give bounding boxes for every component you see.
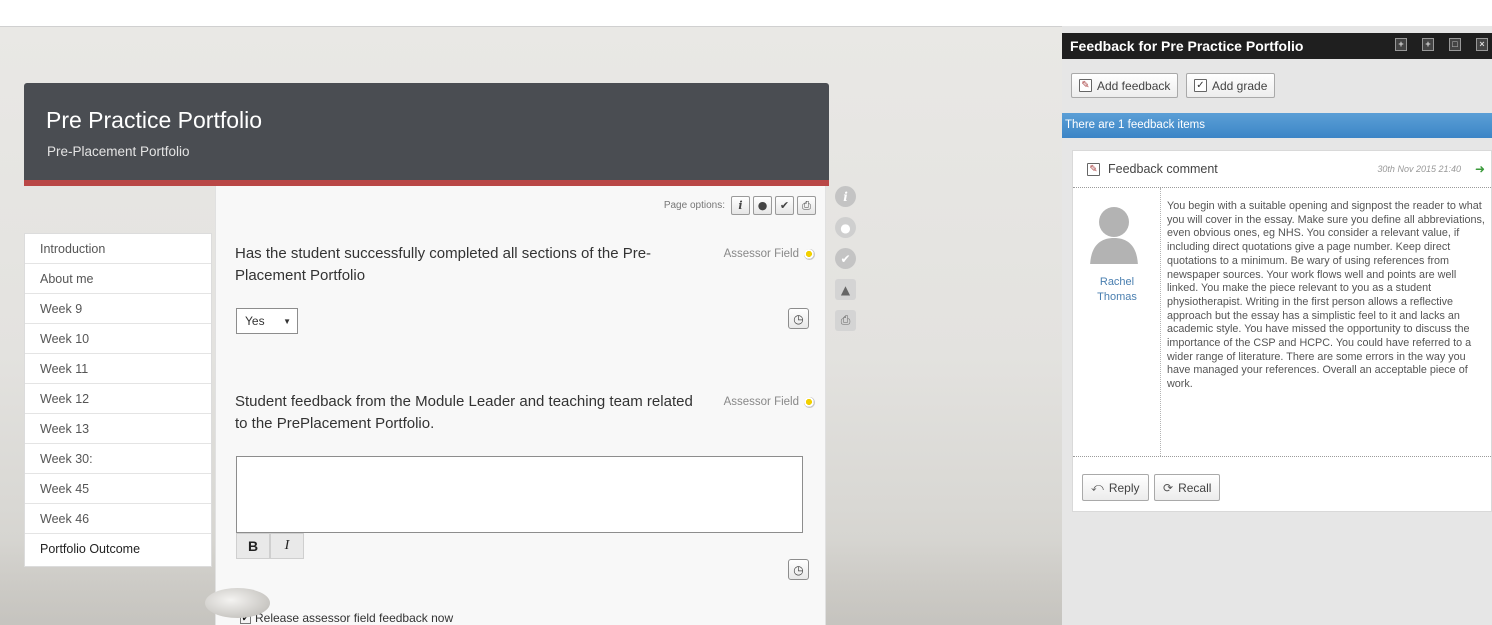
comment-circle-icon[interactable]: ● xyxy=(835,217,856,238)
italic-button[interactable]: I xyxy=(270,533,304,559)
add-feedback-label: Add feedback xyxy=(1097,78,1171,93)
release-label: Release assessor field feedback now xyxy=(255,611,454,625)
print-icon[interactable]: ⎙ xyxy=(797,196,816,215)
nav-item-week-11[interactable]: Week 11 xyxy=(25,354,211,384)
main-content: Page options: i ● ✔ ⎙ Has the student su… xyxy=(215,186,826,625)
status-dot-icon xyxy=(804,248,815,260)
nav-item-portfolio-outcome[interactable]: Portfolio Outcome xyxy=(25,534,211,564)
assessor-field-2: Assessor Field xyxy=(724,396,815,408)
feedback-item-header: ✎ Feedback comment 30th Nov 2015 21:40 ➜ xyxy=(1073,151,1492,188)
check-icon[interactable]: ✔ xyxy=(775,196,794,215)
question-completion: Has the student successfully completed a… xyxy=(235,245,652,284)
goto-arrow-icon[interactable]: ➜ xyxy=(1475,162,1485,176)
page-options: Page options: i ● ✔ ⎙ xyxy=(664,196,816,215)
page-options-label: Page options: xyxy=(663,200,725,211)
release-feedback-option[interactable]: ✔ Release assessor field feedback now xyxy=(240,611,453,625)
feedback-textarea[interactable] xyxy=(236,456,803,533)
recall-button[interactable]: ⟳ Recall xyxy=(1154,474,1221,501)
thumbs-up-icon[interactable]: ▲ xyxy=(835,279,856,300)
feedback-count-bar: There are 1 feedback items xyxy=(1062,113,1492,138)
comment-icon[interactable]: ● xyxy=(753,196,772,215)
completion-select[interactable]: Yes ▼ xyxy=(236,308,298,334)
feedback-item-date: 30th Nov 2015 21:40 xyxy=(1377,164,1461,174)
close-icon[interactable]: × xyxy=(1476,38,1488,51)
portfolio-nav: Introduction About me Week 9 Week 10 Wee… xyxy=(24,233,212,567)
nav-item-week-13[interactable]: Week 13 xyxy=(25,414,211,444)
assessor-field-label: Assessor Field xyxy=(723,248,799,260)
nav-item-week-45[interactable]: Week 45 xyxy=(25,474,211,504)
info-icon[interactable]: i xyxy=(731,196,750,215)
recall-label: Recall xyxy=(1178,480,1212,495)
side-icon-column: i ● ✔ ▲ ⎙ xyxy=(835,186,860,341)
check-circle-icon[interactable]: ✔ xyxy=(835,248,856,269)
edit-note-icon: ✎ xyxy=(1079,79,1092,92)
reply-label: Reply xyxy=(1108,480,1140,495)
status-dot-icon xyxy=(804,396,815,408)
top-strip xyxy=(0,0,1492,26)
edit-note-icon: ✎ xyxy=(1087,162,1100,176)
reply-button[interactable]: ⤺ Reply xyxy=(1082,474,1149,501)
add-grade-button[interactable]: ✓ Add grade xyxy=(1186,73,1276,98)
bold-button[interactable]: B xyxy=(236,533,270,559)
nav-item-week-30[interactable]: Week 30: xyxy=(25,444,211,474)
portfolio-header: Pre Practice Portfolio Pre-Placement Por… xyxy=(24,83,829,186)
feedback-item: ✎ Feedback comment 30th Nov 2015 21:40 ➜… xyxy=(1072,150,1492,512)
nav-item-week-12[interactable]: Week 12 xyxy=(25,384,211,414)
maximize-icon[interactable]: □ xyxy=(1449,38,1461,51)
history-icon[interactable]: ◷ xyxy=(788,308,809,329)
feedback-item-footer: ⤺ Reply ⟳ Recall xyxy=(1073,456,1492,501)
author-name[interactable]: Rachel Thomas xyxy=(1073,275,1161,305)
nav-item-week-9[interactable]: Week 9 xyxy=(25,294,211,324)
nav-item-week-46[interactable]: Week 46 xyxy=(25,504,211,534)
feedback-text: You begin with a suitable opening and si… xyxy=(1167,200,1485,391)
decorative-stone xyxy=(205,588,270,618)
recall-icon: ⟳ xyxy=(1163,480,1174,495)
author-first-name: Rachel xyxy=(1099,276,1135,288)
history-icon[interactable]: ◷ xyxy=(788,559,809,580)
grade-icon: ✓ xyxy=(1194,79,1207,92)
feedback-item-title-text: Feedback comment xyxy=(1108,162,1218,176)
dock-right-icon[interactable]: + xyxy=(1422,38,1434,51)
feedback-item-title: ✎ Feedback comment xyxy=(1087,162,1218,176)
nav-item-introduction[interactable]: Introduction xyxy=(25,234,211,264)
nav-item-week-10[interactable]: Week 10 xyxy=(25,324,211,354)
assessor-field-label: Assessor Field xyxy=(723,396,799,408)
author-last-name: Thomas xyxy=(1097,291,1137,303)
completion-select-value: Yes xyxy=(245,314,265,328)
add-grade-label: Add grade xyxy=(1212,78,1268,93)
avatar xyxy=(1084,207,1144,268)
feedback-panel-title: Feedback for Pre Practice Portfolio xyxy=(1070,38,1304,54)
dropdown-arrow-icon: ▼ xyxy=(283,316,291,326)
portfolio-title: Pre Practice Portfolio xyxy=(46,107,263,133)
nav-item-about-me[interactable]: About me xyxy=(25,264,211,294)
assessor-field-1: Assessor Field xyxy=(724,248,815,260)
window-controls: + + □ × xyxy=(1395,38,1488,51)
reply-icon: ⤺ xyxy=(1091,480,1104,494)
question-feedback: Student feedback from the Module Leader … xyxy=(235,393,693,432)
dock-left-icon[interactable]: + xyxy=(1395,38,1407,51)
feedback-panel-titlebar: Feedback for Pre Practice Portfolio + + … xyxy=(1062,33,1492,59)
portfolio-subtitle: Pre-Placement Portfolio xyxy=(47,144,190,159)
add-feedback-button[interactable]: ✎ Add feedback xyxy=(1071,73,1179,98)
feedback-author: Rachel Thomas xyxy=(1073,188,1161,456)
print-icon[interactable]: ⎙ xyxy=(835,310,856,331)
info-circle-icon[interactable]: i xyxy=(835,186,856,207)
